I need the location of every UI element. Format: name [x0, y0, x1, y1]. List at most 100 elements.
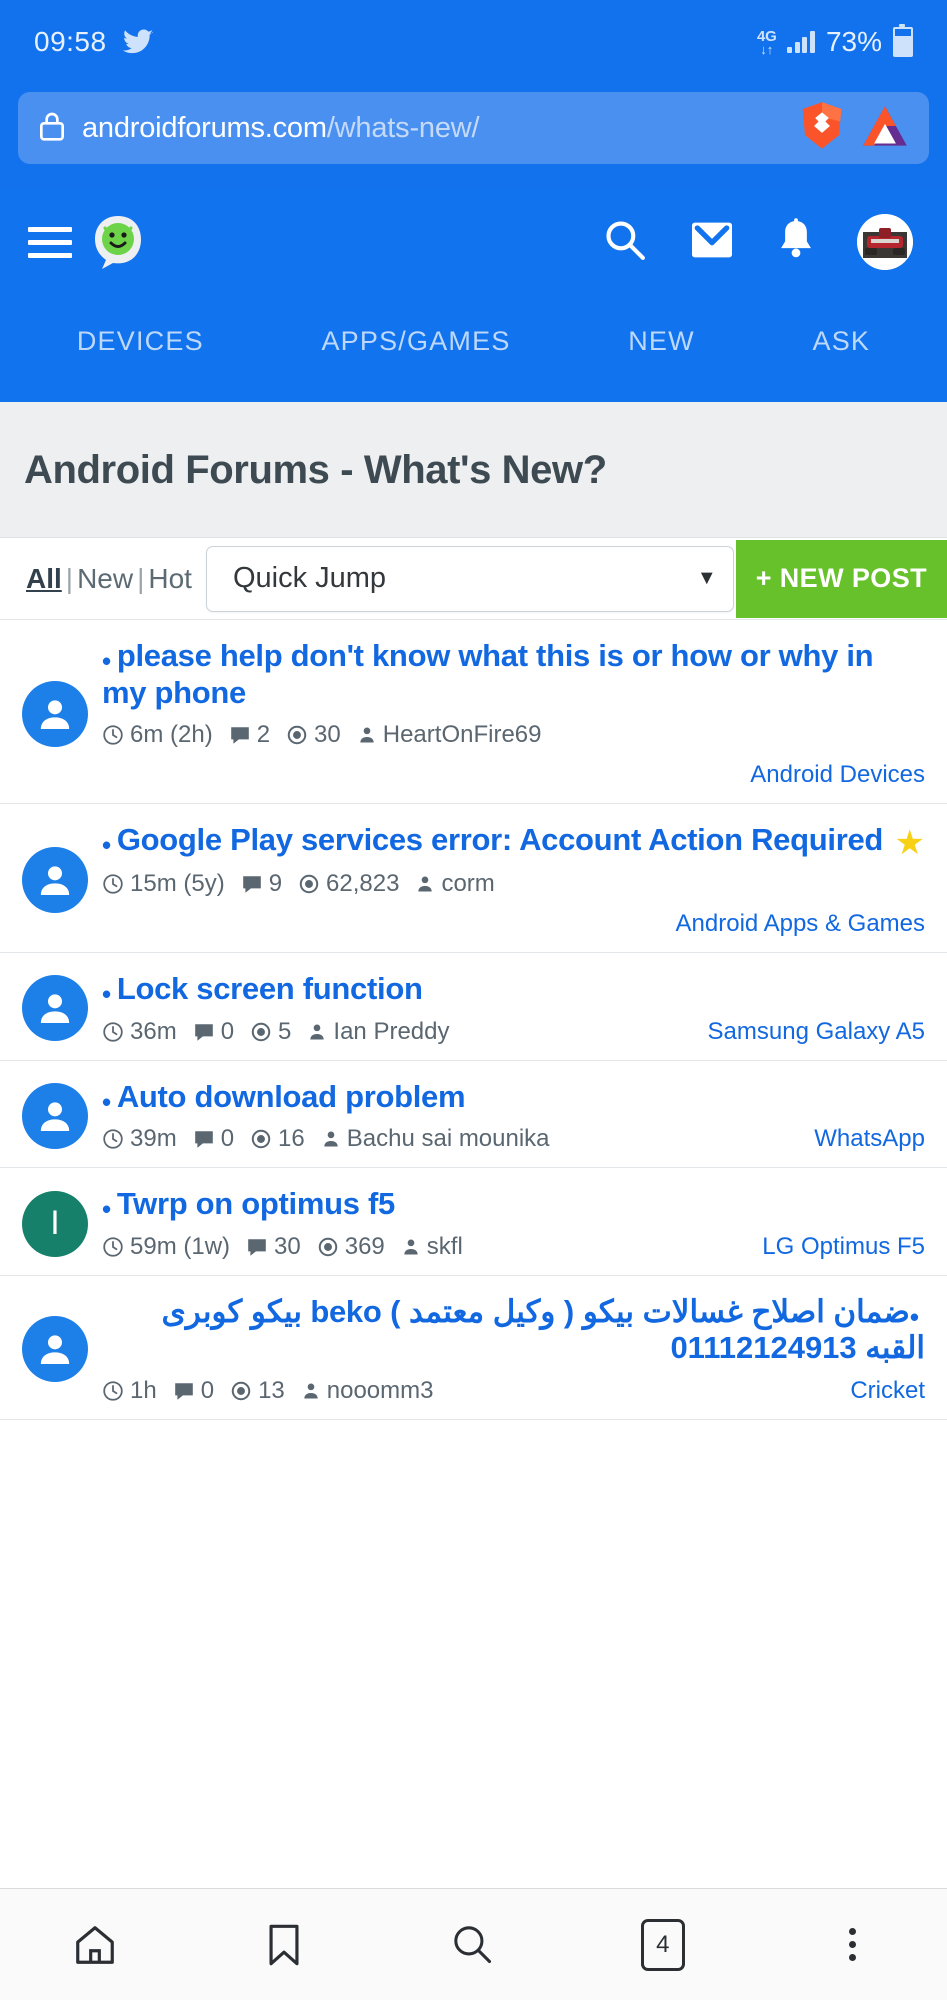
- meta-replies: 0: [173, 1377, 214, 1405]
- avatar[interactable]: [22, 680, 88, 747]
- table-row[interactable]: I • Twrp on optimus f5 59m (1w) 30 369 s…: [0, 1168, 947, 1276]
- search-icon[interactable]: [603, 218, 647, 267]
- thread-title[interactable]: • Twrp on optimus f5: [102, 1186, 925, 1223]
- more-menu-icon[interactable]: [807, 1900, 897, 1990]
- browser-toolbar: androidforums.com/whats-new/: [0, 84, 947, 190]
- meta-author-name[interactable]: HeartOnFire69: [383, 721, 542, 749]
- meta-author-name[interactable]: corm: [441, 870, 494, 898]
- table-row[interactable]: • Google Play services error: Account Act…: [0, 804, 947, 954]
- avatar[interactable]: [857, 214, 913, 270]
- quick-jump-select[interactable]: Quick Jump ▼: [205, 545, 734, 612]
- table-row[interactable]: • Auto download problem 39m 0 16 Bachu s…: [0, 1061, 947, 1169]
- quick-jump-value: Quick Jump: [232, 562, 387, 594]
- filter-new[interactable]: New: [77, 563, 133, 594]
- search-icon[interactable]: [428, 1900, 518, 1990]
- thread-title[interactable]: •ضمان اصلاح غسالات بيكو ( وكيل معتمد ) b…: [102, 1294, 926, 1367]
- comment-icon: [242, 876, 261, 893]
- meta-replies-count: 9: [268, 870, 283, 898]
- brave-lion-icon[interactable]: [799, 101, 845, 156]
- page-title-bar: Android Forums - What's New?: [0, 402, 947, 538]
- url-path: /whats-new/: [326, 111, 480, 144]
- meta-time: 15m (5y): [102, 870, 225, 898]
- kebab-dots: [848, 1928, 856, 1961]
- meta-replies-count: 30: [274, 1232, 301, 1260]
- thread-title-text: Google Play services error: Account Acti…: [116, 822, 884, 858]
- address-bar[interactable]: androidforums.com/whats-new/: [18, 92, 929, 164]
- meta-author-name[interactable]: skfl: [427, 1233, 463, 1261]
- hamburger-menu-icon[interactable]: [28, 226, 72, 258]
- url-domain: androidforums.com: [82, 111, 327, 144]
- avatar[interactable]: [22, 1316, 88, 1383]
- thread-title[interactable]: • Auto download problem: [102, 1079, 925, 1116]
- status-bar-left: 09:58: [34, 26, 153, 58]
- thread-meta-row: 15m (5y) 9 62,823 corm Android Apps & Ga…: [102, 870, 925, 938]
- unread-bullet-icon: •: [102, 1194, 111, 1225]
- home-icon[interactable]: [50, 1900, 140, 1990]
- thread-forum-link[interactable]: WhatsApp: [814, 1125, 925, 1153]
- meta-time: 1h: [102, 1377, 157, 1405]
- meta-author-name[interactable]: Bachu sai mounika: [347, 1125, 550, 1153]
- bell-icon[interactable]: [777, 217, 815, 267]
- thread-forum-link[interactable]: LG Optimus F5: [762, 1233, 925, 1261]
- meta-replies-count: 0: [200, 1377, 215, 1405]
- tab-apps-games[interactable]: APPS/GAMES: [321, 326, 510, 357]
- meta-replies: 0: [193, 1018, 234, 1046]
- signal-strength-icon: [787, 31, 815, 53]
- tab-devices[interactable]: DEVICES: [77, 326, 204, 357]
- meta-views-count: 5: [278, 1017, 292, 1045]
- thread-title-row: • Google Play services error: Account Act…: [102, 822, 925, 860]
- meta-time-text: 39m: [130, 1125, 177, 1153]
- android-forums-logo[interactable]: [88, 212, 148, 272]
- unread-bullet-icon: •: [102, 646, 111, 676]
- filter-hot[interactable]: Hot: [148, 563, 192, 594]
- thread-forum-link[interactable]: Cricket: [850, 1377, 925, 1405]
- thread-title[interactable]: • please help don't know what this is or …: [102, 638, 925, 711]
- thread-forum-link[interactable]: Android Apps & Games: [102, 910, 925, 938]
- thread-forum-link[interactable]: Android Devices: [102, 761, 925, 789]
- meta-author-name[interactable]: nooomm3: [327, 1377, 434, 1405]
- unread-bullet-icon: •: [102, 979, 111, 1010]
- browser-bottom-nav: 4: [0, 1888, 947, 2000]
- chevron-down-icon: ▼: [696, 567, 717, 589]
- meta-replies-count: 0: [220, 1125, 235, 1153]
- thread-forum-link[interactable]: Samsung Galaxy A5: [708, 1018, 925, 1046]
- thread-title[interactable]: • Lock screen function: [102, 971, 925, 1008]
- thread-title[interactable]: • Google Play services error: Account Act…: [102, 822, 885, 859]
- avatar[interactable]: I: [22, 1190, 88, 1257]
- meta-author-name[interactable]: Ian Preddy: [333, 1018, 449, 1046]
- unread-bullet-icon: •: [102, 830, 111, 861]
- battery-icon: [893, 24, 913, 57]
- star-icon[interactable]: ★: [895, 826, 925, 860]
- clock-icon: [103, 725, 123, 745]
- meta-views: 16: [250, 1125, 305, 1153]
- new-post-button[interactable]: + NEW POST: [735, 539, 947, 618]
- meta-views: 13: [230, 1377, 285, 1405]
- eye-icon: [318, 1237, 337, 1257]
- bat-triangle-icon[interactable]: [861, 103, 909, 154]
- tab-new[interactable]: NEW: [628, 326, 695, 357]
- avatar-letter: I: [50, 1204, 60, 1243]
- tab-count-icon[interactable]: 4: [618, 1900, 708, 1990]
- filter-separator-2: |: [137, 562, 145, 594]
- bookmark-icon[interactable]: [239, 1900, 329, 1990]
- thread-body: • please help don't know what this is or …: [102, 638, 925, 789]
- meta-time: 59m (1w): [102, 1233, 230, 1261]
- url-text[interactable]: androidforums.com/whats-new/: [82, 112, 783, 145]
- filter-all[interactable]: All: [26, 563, 62, 594]
- thread-body: •ضمان اصلاح غسالات بيكو ( وكيل معتمد ) b…: [102, 1294, 925, 1405]
- meta-views: 62,823: [298, 870, 399, 898]
- table-row[interactable]: •ضمان اصلاح غسالات بيكو ( وكيل معتمد ) b…: [0, 1276, 947, 1421]
- inbox-icon[interactable]: [689, 220, 735, 265]
- table-row[interactable]: • Lock screen function 36m 0 5 Ian Predd…: [0, 953, 947, 1061]
- avatar[interactable]: [22, 1083, 88, 1150]
- status-bar-right: 4G ↓↑ 73%: [757, 24, 913, 58]
- avatar[interactable]: [22, 975, 88, 1042]
- table-row[interactable]: • please help don't know what this is or …: [0, 620, 947, 805]
- tab-count-value: 4: [640, 1918, 685, 1971]
- tab-ask[interactable]: ASK: [813, 326, 871, 357]
- avatar[interactable]: [22, 847, 88, 914]
- meta-time: 36m: [102, 1018, 177, 1046]
- thread-title-text: Twrp on optimus f5: [116, 1186, 395, 1222]
- person-icon: [304, 1383, 318, 1399]
- filter-bar: All | New | Hot Quick Jump ▼ + NEW POST: [0, 538, 947, 620]
